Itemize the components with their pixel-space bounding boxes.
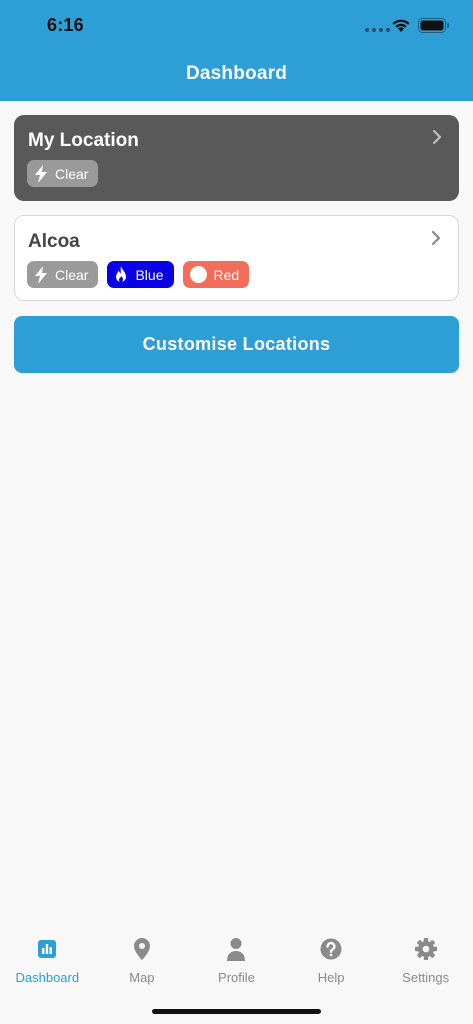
tab-profile[interactable]: Profile xyxy=(189,930,284,1000)
page-title: Dashboard xyxy=(185,63,288,84)
location-card-my-location[interactable]: My Location Clear xyxy=(14,115,459,201)
bar-chart-icon xyxy=(38,940,57,958)
customise-locations-button[interactable]: Customise Locations xyxy=(14,316,459,373)
chevron-right-icon xyxy=(432,129,442,145)
cellular-signal-icon xyxy=(365,28,390,32)
tab-label: Map xyxy=(129,970,155,985)
badge-red: Red xyxy=(182,261,250,288)
tab-bar: Dashboard Map Profile Help Settings xyxy=(0,930,473,1000)
tab-label: Dashboard xyxy=(15,970,80,985)
tab-label: Settings xyxy=(402,970,450,985)
badge-label: Red xyxy=(213,266,240,283)
app-header: 6:16 Dashboard xyxy=(0,0,473,101)
status-time: 6:16 xyxy=(47,15,84,35)
condition-badges: Clear Blue Red xyxy=(27,261,250,288)
tab-help[interactable]: Help xyxy=(284,930,379,1000)
battery-icon xyxy=(418,18,449,33)
badge-clear: Clear xyxy=(27,261,99,288)
badge-blue: Blue xyxy=(107,261,174,288)
wifi-icon xyxy=(392,19,410,32)
status-bar: 6:16 xyxy=(0,0,473,52)
question-icon xyxy=(320,938,342,960)
lightning-icon xyxy=(35,265,47,284)
map-pin-icon xyxy=(133,938,150,960)
circle-icon xyxy=(189,266,207,283)
badge-label: Clear xyxy=(55,165,89,182)
lightning-icon xyxy=(35,164,47,183)
home-indicator xyxy=(152,1009,321,1014)
location-card-alcoa[interactable]: Alcoa Clear Blue Red xyxy=(14,215,459,301)
badge-label: Blue xyxy=(135,266,164,283)
badge-label: Clear xyxy=(55,266,89,283)
person-icon xyxy=(227,938,246,961)
tab-label: Help xyxy=(317,970,345,985)
chevron-right-icon xyxy=(431,230,441,246)
location-title: Alcoa xyxy=(28,231,80,252)
condition-badges: Clear xyxy=(27,160,99,187)
tab-label: Profile xyxy=(218,970,255,985)
gear-icon xyxy=(414,938,437,960)
location-title: My Location xyxy=(28,130,139,151)
tab-settings[interactable]: Settings xyxy=(378,930,473,1000)
badge-clear: Clear xyxy=(27,160,99,187)
flame-icon xyxy=(116,265,127,282)
tab-map[interactable]: Map xyxy=(95,930,190,1000)
tab-dashboard[interactable]: Dashboard xyxy=(0,930,95,1000)
